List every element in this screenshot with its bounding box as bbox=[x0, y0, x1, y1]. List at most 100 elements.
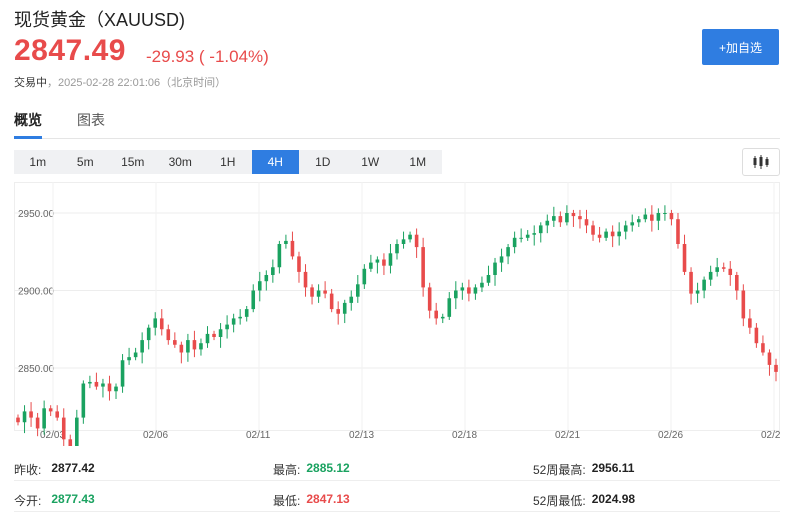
tab-bar: 概览 图表 bbox=[14, 110, 780, 139]
candle-body bbox=[48, 408, 53, 412]
candle-body bbox=[257, 281, 262, 291]
candle-body bbox=[159, 318, 164, 330]
candle-body bbox=[153, 318, 158, 328]
add-watchlist-button[interactable]: +加自选 bbox=[702, 29, 779, 65]
candlestick-icon bbox=[753, 155, 769, 169]
candle-body bbox=[578, 216, 582, 220]
price-change: -29.93 ( -1.04%) bbox=[146, 47, 269, 66]
status-label: 交易中 bbox=[14, 77, 47, 89]
candle-body bbox=[761, 343, 765, 353]
candle-body bbox=[650, 214, 654, 221]
stat-label: 最低: bbox=[273, 494, 301, 508]
price-chart[interactable]: 2950.00 2900.00 2850.00 02/03 02/06 02/11 02/1… bbox=[14, 182, 780, 446]
stat-prev-close: 昨收: 2877.42 bbox=[14, 461, 95, 478]
stat-open: 今开: 2877.43 bbox=[14, 492, 95, 509]
stat-value: 2885.12 bbox=[306, 461, 350, 475]
candle-body bbox=[323, 290, 327, 294]
candle-body bbox=[81, 383, 86, 418]
candle-body bbox=[395, 244, 399, 254]
candle-body bbox=[186, 340, 190, 353]
candle-body bbox=[179, 344, 184, 353]
candle-body bbox=[68, 439, 73, 446]
candle-body bbox=[676, 219, 680, 244]
trading-status: 交易中，2025-02-28 22:01:06（北京时间） bbox=[14, 74, 226, 90]
x-tick-label: 02/21 bbox=[555, 430, 580, 441]
candle-body bbox=[238, 316, 242, 319]
stat-label: 今开: bbox=[14, 494, 42, 508]
stat-low: 最低: 2847.13 bbox=[273, 492, 350, 509]
candle-body bbox=[264, 275, 269, 282]
candle-body bbox=[61, 417, 66, 440]
chart-type-button[interactable] bbox=[742, 148, 780, 176]
candle-body bbox=[741, 290, 746, 319]
period-1d[interactable]: 1D bbox=[299, 150, 347, 174]
candle-body bbox=[643, 214, 648, 220]
candle-body bbox=[604, 231, 608, 238]
candle-body bbox=[552, 216, 556, 221]
candle-body bbox=[617, 231, 621, 237]
x-tick-label: 02/13 bbox=[349, 430, 374, 441]
candle-body bbox=[486, 275, 491, 283]
candle-body bbox=[303, 271, 308, 288]
x-tick-label: 02/2 bbox=[761, 430, 780, 441]
period-30m[interactable]: 30m bbox=[157, 150, 205, 174]
stats-divider bbox=[14, 511, 780, 512]
period-5m[interactable]: 5m bbox=[62, 150, 110, 174]
y-tick-label: 2900.00 bbox=[18, 287, 55, 298]
period-1w[interactable]: 1W bbox=[347, 150, 395, 174]
tab-overview[interactable]: 概览 bbox=[14, 110, 42, 139]
candle-body bbox=[584, 219, 589, 226]
candle-body bbox=[538, 225, 543, 234]
candle-body bbox=[297, 256, 301, 272]
period-1mo[interactable]: 1M bbox=[394, 150, 442, 174]
stat-52w-low: 52周最低: 2024.98 bbox=[533, 492, 635, 509]
period-1h[interactable]: 1H bbox=[204, 150, 252, 174]
period-1m[interactable]: 1m bbox=[14, 150, 62, 174]
candle-body bbox=[545, 220, 550, 226]
candle-body bbox=[663, 213, 667, 214]
candle-body bbox=[440, 316, 445, 319]
current-price: 2847.49 bbox=[14, 34, 126, 67]
candle-body bbox=[454, 290, 458, 299]
candle-body bbox=[369, 262, 373, 269]
candle-body bbox=[271, 267, 275, 275]
candle-body bbox=[173, 340, 177, 345]
candle-body bbox=[597, 234, 602, 238]
y-tick-label: 2950.00 bbox=[18, 209, 55, 220]
x-tick-label: 02/26 bbox=[658, 430, 683, 441]
stat-high: 最高: 2885.12 bbox=[273, 461, 350, 478]
candle-body bbox=[689, 271, 693, 294]
candle-body bbox=[571, 213, 576, 217]
candle-body bbox=[682, 244, 687, 272]
stat-label: 最高: bbox=[273, 463, 301, 477]
candle-body bbox=[748, 318, 752, 328]
candle-body bbox=[565, 213, 569, 223]
candle-body bbox=[467, 287, 471, 294]
stats-divider bbox=[14, 480, 780, 481]
candle-body bbox=[310, 287, 314, 297]
candle-body bbox=[734, 275, 739, 291]
candle-body bbox=[767, 352, 772, 365]
candle-body bbox=[355, 284, 360, 297]
candle-body bbox=[94, 381, 99, 387]
candle-body bbox=[721, 267, 726, 269]
candle-body bbox=[101, 383, 105, 387]
candle-body bbox=[120, 360, 125, 387]
candle-body bbox=[656, 213, 661, 221]
period-selector: 1m 5m 15m 30m 1H 4H 1D 1W 1M bbox=[14, 150, 442, 174]
tab-chart[interactable]: 图表 bbox=[77, 110, 105, 138]
candle-body bbox=[35, 417, 40, 429]
candle-body bbox=[708, 271, 713, 280]
candle-body bbox=[362, 268, 367, 285]
candle-body bbox=[29, 411, 33, 418]
candle-body bbox=[192, 340, 197, 350]
stat-label: 52周最低: bbox=[533, 494, 586, 508]
candle-body bbox=[114, 386, 118, 392]
candle-body bbox=[329, 293, 334, 310]
candle-body bbox=[506, 247, 510, 257]
candle-body bbox=[695, 290, 700, 294]
stat-value: 2847.13 bbox=[306, 492, 350, 506]
period-4h[interactable]: 4H bbox=[251, 150, 299, 174]
candle-body bbox=[349, 296, 354, 303]
period-15m[interactable]: 15m bbox=[109, 150, 157, 174]
